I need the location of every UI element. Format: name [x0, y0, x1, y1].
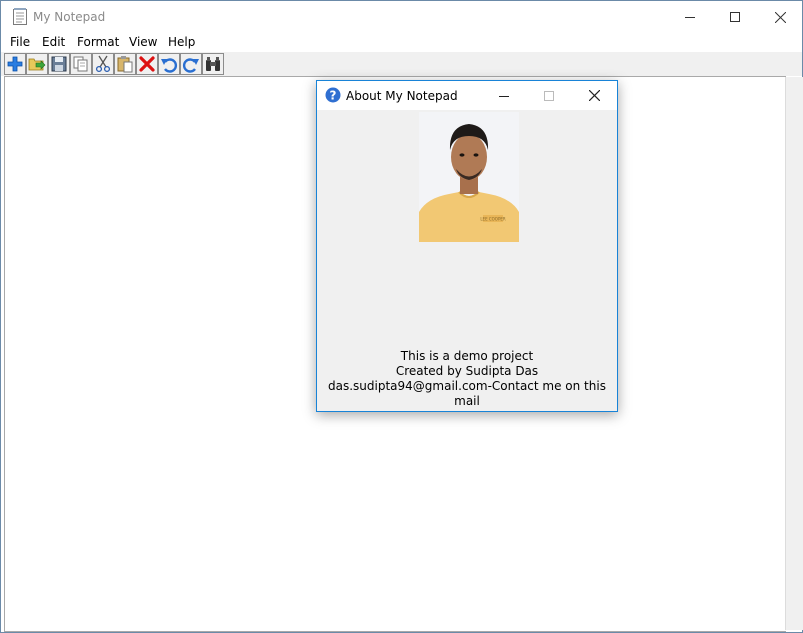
- save-icon: [51, 56, 67, 72]
- redo-icon: [183, 58, 199, 73]
- redo-button[interactable]: [180, 53, 202, 75]
- about-title: About My Notepad: [346, 89, 458, 103]
- new-icon: [7, 56, 23, 72]
- open-button[interactable]: [26, 53, 48, 75]
- portrait-image: LEE COOPER: [419, 112, 519, 242]
- undo-icon: [161, 58, 177, 73]
- help-icon: ?: [325, 87, 341, 103]
- maximize-icon: [730, 12, 740, 22]
- minimize-icon: [685, 17, 695, 18]
- svg-text:?: ?: [330, 89, 337, 103]
- close-button[interactable]: [757, 1, 803, 33]
- menu-help[interactable]: Help: [168, 35, 195, 49]
- menu-file[interactable]: File: [10, 35, 30, 49]
- open-icon: [28, 58, 46, 71]
- cut-icon: [95, 55, 111, 73]
- menu-bar: File Edit Format View Help: [1, 33, 802, 52]
- about-close-button[interactable]: [571, 81, 617, 110]
- maximize-icon: [544, 90, 554, 101]
- about-line-3: das.sudipta94@gmail.com-Contact me on th…: [328, 379, 606, 408]
- new-button[interactable]: [4, 53, 26, 75]
- find-icon: [206, 57, 220, 71]
- cut-button[interactable]: [92, 53, 114, 75]
- copy-button[interactable]: [70, 53, 92, 75]
- about-line-1: This is a demo project: [400, 349, 534, 363]
- about-line-2: Created by Sudipta Das: [395, 364, 539, 378]
- minimize-button[interactable]: [667, 1, 713, 33]
- toolbar: [1, 52, 802, 76]
- paste-button[interactable]: [114, 53, 136, 75]
- window-title: My Notepad: [33, 10, 106, 24]
- menu-edit[interactable]: Edit: [42, 35, 65, 49]
- about-minimize-button[interactable]: [481, 81, 527, 110]
- menu-format[interactable]: Format: [77, 35, 119, 49]
- shirt-print-text: LEE COOPER: [480, 217, 506, 222]
- paste-icon: [117, 56, 133, 73]
- maximize-button[interactable]: [712, 1, 758, 33]
- vertical-scrollbar[interactable]: [785, 77, 803, 630]
- minimize-icon: [499, 95, 509, 97]
- notepad-app-icon: [13, 8, 27, 25]
- save-button[interactable]: [48, 53, 70, 75]
- title-bar[interactable]: My Notepad: [1, 1, 802, 33]
- undo-button[interactable]: [158, 53, 180, 75]
- about-title-bar[interactable]: ? About My Notepad: [317, 81, 617, 110]
- delete-button[interactable]: [136, 53, 158, 75]
- author-photo: LEE COOPER: [419, 112, 519, 242]
- find-button[interactable]: [202, 53, 224, 75]
- about-maximize-button: [526, 81, 572, 110]
- about-dialog: ? About My Notepad LEE COOPER This is a …: [316, 80, 618, 412]
- about-text-block: This is a demo project Created by Sudipt…: [317, 349, 617, 409]
- copy-icon: [73, 56, 88, 72]
- menu-view[interactable]: View: [129, 35, 157, 49]
- close-icon: [774, 11, 786, 23]
- delete-icon: [139, 56, 155, 72]
- close-icon: [588, 90, 600, 101]
